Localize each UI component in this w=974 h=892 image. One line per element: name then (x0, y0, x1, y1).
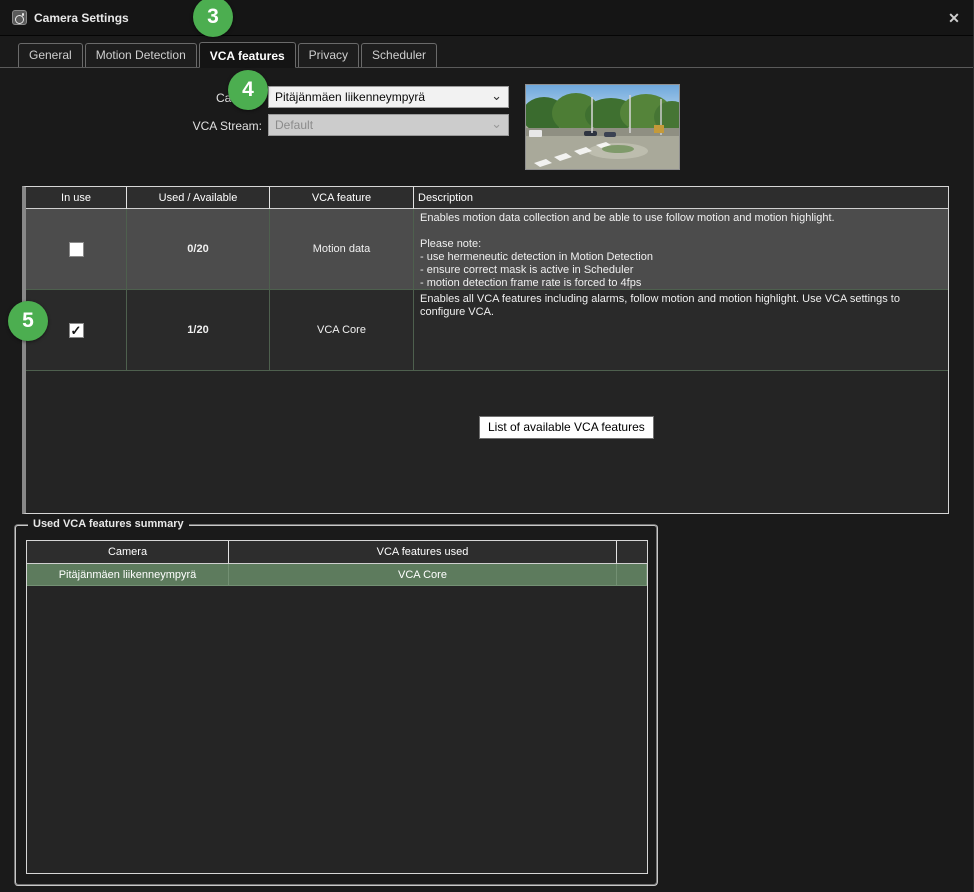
vca-feature-table: In use Used / Available VCA feature Desc… (22, 186, 949, 514)
window-title: Camera Settings (34, 11, 129, 25)
vca-core-description: Enables all VCA features including alarm… (414, 290, 948, 371)
summary-header-features: VCA features used (229, 541, 617, 564)
motion-data-used: 0/20 (127, 209, 270, 290)
table-row-motion-data[interactable]: 0/20 Motion data Enables motion data col… (26, 209, 948, 290)
camera-select-value: Pitäjänmäen liikenneympyrä (275, 90, 425, 104)
motion-data-description: Enables motion data collection and be ab… (414, 209, 948, 290)
chevron-down-icon: ⌄ (491, 116, 502, 132)
vca-core-used: 1/20 (127, 290, 270, 371)
vca-stream-label: VCA Stream: (92, 119, 262, 133)
summary-header-spacer (617, 541, 647, 564)
tab-motion-detection[interactable]: Motion Detection (85, 43, 197, 67)
camera-settings-dialog: Camera Settings ✕ General Motion Detecti… (0, 0, 974, 892)
motion-data-checkbox[interactable] (69, 242, 84, 257)
tab-scheduler[interactable]: Scheduler (361, 43, 437, 67)
tab-vca-features[interactable]: VCA features (199, 42, 296, 68)
used-vca-summary-group: Used VCA features summary Camera VCA fea… (14, 524, 658, 886)
vca-stream-select: Default ⌄ (268, 114, 509, 136)
close-icon[interactable]: ✕ (944, 8, 964, 28)
title-bar: Camera Settings ✕ (0, 0, 974, 36)
motion-data-checkbox-cell (26, 209, 127, 290)
summary-header-camera: Camera (27, 541, 229, 564)
header-description: Description (414, 187, 948, 209)
vca-stream-select-value: Default (275, 118, 313, 132)
summary-row-selected[interactable]: Pitäjänmäen liikenneympyrä VCA Core (27, 564, 647, 586)
summary-camera-name: Pitäjänmäen liikenneympyrä (27, 564, 229, 586)
header-in-use: In use (26, 187, 127, 209)
vca-core-feature-name: VCA Core (270, 290, 414, 371)
header-used-available: Used / Available (127, 187, 270, 209)
camera-app-icon (12, 10, 27, 25)
summary-legend: Used VCA features summary (28, 518, 189, 530)
chevron-down-icon: ⌄ (491, 88, 502, 104)
annotation-badge-5: 5 (8, 301, 48, 341)
motion-data-feature-name: Motion data (270, 209, 414, 290)
tab-general[interactable]: General (18, 43, 83, 67)
feature-table-header: In use Used / Available VCA feature Desc… (26, 187, 948, 209)
summary-features-used: VCA Core (229, 564, 617, 586)
annotation-badge-4: 4 (228, 70, 268, 110)
summary-table-header: Camera VCA features used (27, 541, 647, 564)
table-row-vca-core[interactable]: 1/20 VCA Core Enables all VCA features i… (26, 290, 948, 371)
tooltip: List of available VCA features (479, 416, 654, 439)
camera-select[interactable]: Pitäjänmäen liikenneympyrä ⌄ (268, 86, 509, 108)
camera-preview-thumbnail (525, 84, 680, 170)
tab-privacy[interactable]: Privacy (298, 43, 359, 67)
vca-core-checkbox[interactable] (69, 323, 84, 338)
header-vca-feature: VCA feature (270, 187, 414, 209)
tab-bar: General Motion Detection VCA features Pr… (0, 41, 974, 68)
summary-table: Camera VCA features used Pitäjänmäen lii… (26, 540, 648, 874)
